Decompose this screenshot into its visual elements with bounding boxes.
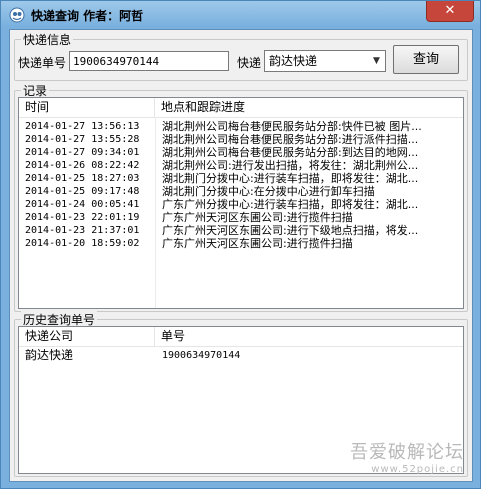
records-list[interactable]: 时间 地点和跟踪进度 2014-01-27 13:56:13 湖北荆州公司梅台巷便… bbox=[18, 97, 464, 309]
row-place: 湖北荆门分拨中心:进行装车扫描，即将发往：湖北... bbox=[162, 172, 419, 185]
express-info-label: 快递信息 bbox=[21, 31, 74, 48]
watermark-url: www.52pojie.cn bbox=[371, 464, 464, 475]
row-company: 韵达快递 bbox=[25, 349, 74, 362]
express-info-group: 快递信息 快递单号 1900634970144 快递 韵达快递 ▼ 查询 bbox=[14, 31, 468, 81]
column-header-number[interactable]: 单号 bbox=[155, 327, 463, 346]
tracking-number-label: 快递单号 bbox=[18, 56, 67, 70]
row-time: 2014-01-20 18:59:02 bbox=[25, 238, 140, 249]
row-time: 2014-01-25 09:17:48 bbox=[25, 186, 140, 197]
table-row[interactable]: 2014-01-27 13:55:28 湖北荆州公司梅台巷便民服务站分部:进行派件… bbox=[19, 133, 463, 146]
row-time: 2014-01-24 00:05:41 bbox=[25, 199, 140, 210]
close-button[interactable]: ✕ bbox=[426, 1, 474, 22]
tracking-number-input[interactable]: 1900634970144 bbox=[69, 51, 229, 71]
row-place: 湖北荆州公司梅台巷便民服务站分部:到达目的地网... bbox=[162, 146, 419, 159]
row-place: 广东广州天河区东圃公司:进行下级地点扫描，将发... bbox=[162, 224, 419, 237]
table-row[interactable]: 2014-01-26 08:22:42 湖北荆州公司:进行发出扫描，将发往：湖北荆… bbox=[19, 159, 463, 172]
client-area: 快递信息 快递单号 1900634970144 快递 韵达快递 ▼ 查询 记录 … bbox=[9, 29, 473, 482]
row-time: 2014-01-26 08:22:42 bbox=[25, 160, 140, 171]
row-time: 2014-01-27 13:56:13 bbox=[25, 121, 140, 132]
column-header-company[interactable]: 快递公司 bbox=[19, 327, 155, 346]
table-row[interactable]: 2014-01-25 09:17:48 湖北荆门分拨中心:在分拨中心进行卸车扫描 bbox=[19, 185, 463, 198]
chevron-down-icon: ▼ bbox=[373, 56, 380, 66]
column-header-place[interactable]: 地点和跟踪进度 bbox=[155, 98, 463, 117]
table-row[interactable]: 2014-01-23 21:37:01 广东广州天河区东圃公司:进行下级地点扫描，… bbox=[19, 224, 463, 237]
table-row[interactable]: 2014-01-20 18:59:02 广东广州天河区东圃公司:进行揽件扫描 bbox=[19, 237, 463, 250]
table-row[interactable]: 2014-01-23 22:01:19 广东广州天河区东圃公司:进行揽件扫描 bbox=[19, 211, 463, 224]
table-row[interactable]: 2014-01-27 13:56:13 湖北荆州公司梅台巷便民服务站分部:快件已被… bbox=[19, 120, 463, 133]
row-place: 湖北荆州公司梅台巷便民服务站分部:进行派件扫描... bbox=[162, 133, 419, 146]
row-time: 2014-01-27 13:55:28 bbox=[25, 134, 140, 145]
table-row[interactable]: 2014-01-25 18:27:03 湖北荆门分拨中心:进行装车扫描，即将发往：… bbox=[19, 172, 463, 185]
table-row[interactable]: 2014-01-24 00:05:41 广东广州分拨中心:进行装车扫描，即将发往：… bbox=[19, 198, 463, 211]
query-button[interactable]: 查询 bbox=[393, 45, 459, 74]
row-place: 湖北荆州公司梅台巷便民服务站分部:快件已被 图片... bbox=[162, 120, 422, 133]
watermark: 吾爱破解论坛 www.52pojie.cn bbox=[350, 438, 464, 475]
main-window: 快递查询 作者：阿哲 ✕ 快递信息 快递单号 1900634970144 快递 … bbox=[0, 0, 481, 489]
app-icon bbox=[9, 7, 25, 23]
title-bar[interactable]: 快递查询 作者：阿哲 ✕ bbox=[1, 1, 480, 29]
close-icon: ✕ bbox=[444, 3, 456, 18]
courier-label: 快递 bbox=[237, 56, 262, 70]
row-place: 湖北荆门分拨中心:在分拨中心进行卸车扫描 bbox=[162, 185, 375, 198]
records-header: 时间 地点和跟踪进度 bbox=[19, 98, 463, 118]
table-row[interactable]: 2014-01-27 09:34:01 湖北荆州公司梅台巷便民服务站分部:到达目的… bbox=[19, 146, 463, 159]
row-time: 2014-01-25 18:27:03 bbox=[25, 173, 140, 184]
courier-select-value: 韵达快递 bbox=[269, 54, 318, 68]
records-group: 记录 时间 地点和跟踪进度 2014-01-27 13:56:13 湖北荆州公司梅… bbox=[14, 82, 468, 312]
table-row[interactable]: 韵达快递 1900634970144 bbox=[19, 349, 463, 362]
row-place: 广东广州分拨中心:进行装车扫描，即将发往：湖北... bbox=[162, 198, 419, 211]
courier-select[interactable]: 韵达快递 ▼ bbox=[264, 50, 386, 72]
watermark-title: 吾爱破解论坛 bbox=[350, 442, 464, 463]
column-header-time[interactable]: 时间 bbox=[19, 98, 155, 117]
row-number: 1900634970144 bbox=[162, 350, 241, 361]
row-time: 2014-01-23 21:37:01 bbox=[25, 225, 140, 236]
history-header: 快递公司 单号 bbox=[19, 327, 463, 347]
row-time: 2014-01-27 09:34:01 bbox=[25, 147, 140, 158]
row-place: 广东广州天河区东圃公司:进行揽件扫描 bbox=[162, 237, 353, 250]
row-place: 广东广州天河区东圃公司:进行揽件扫描 bbox=[162, 211, 353, 224]
row-time: 2014-01-23 22:01:19 bbox=[25, 212, 140, 223]
row-place: 湖北荆州公司:进行发出扫描，将发往：湖北荆州公... bbox=[162, 159, 419, 172]
window-title: 快递查询 作者：阿哲 bbox=[31, 9, 144, 23]
